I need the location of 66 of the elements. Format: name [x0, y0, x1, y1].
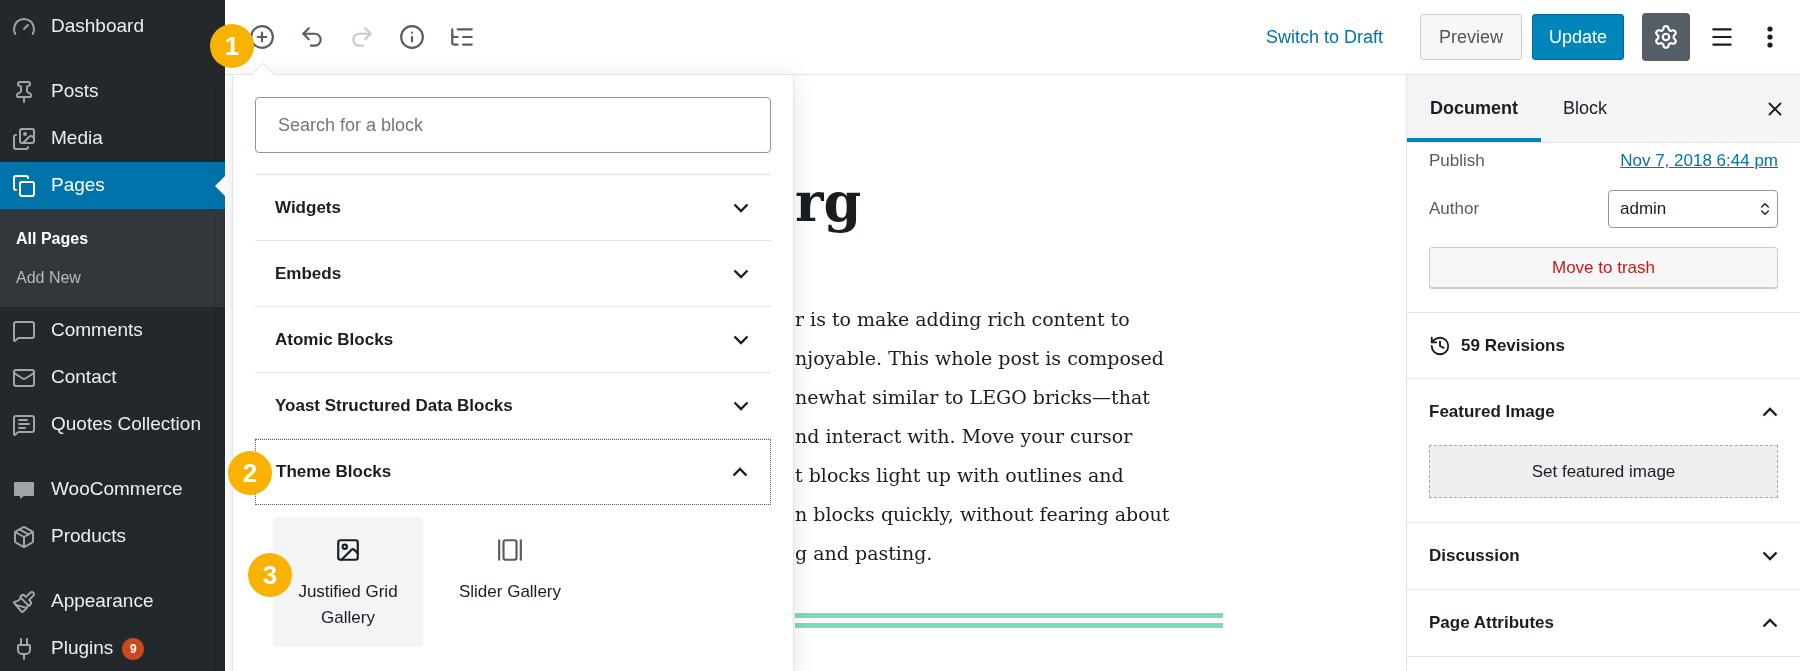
switch-to-draft-link[interactable]: Switch to Draft: [1265, 23, 1383, 51]
submenu-item[interactable]: Add New: [0, 258, 225, 297]
paragraph-line: njoyable. This whole post is composed: [795, 346, 1165, 371]
menu-item[interactable]: Appearance: [0, 578, 225, 625]
menu-item[interactable]: Products: [0, 513, 225, 560]
brush-icon: [12, 589, 36, 614]
panel-header[interactable]: Discussion: [1407, 523, 1800, 589]
move-to-trash-button[interactable]: Move to trash: [1429, 247, 1778, 288]
quote-icon: [12, 412, 36, 437]
category-header[interactable]: Widgets: [255, 175, 771, 241]
chevron-up-icon: [1762, 407, 1778, 417]
media-icon: [12, 126, 36, 151]
pages-icon: [12, 173, 36, 198]
image-gallery-icon: [335, 537, 361, 563]
submenu-item[interactable]: All Pages: [0, 219, 225, 258]
menu-item[interactable]: Comments: [0, 307, 225, 354]
chevron-up-icon: [1762, 618, 1778, 628]
author-label: Author: [1429, 198, 1480, 221]
menu-item[interactable]: Plugins 9: [0, 625, 225, 671]
update-button[interactable]: Update: [1531, 14, 1624, 60]
paragraph-line: nd interact with. Move your cursor: [795, 424, 1134, 449]
menu-item[interactable]: Contact: [0, 354, 225, 401]
menu-item[interactable]: Posts: [0, 68, 225, 115]
menu-item[interactable]: Quotes Collection: [0, 401, 225, 448]
menu-item[interactable]: Pages: [0, 162, 225, 209]
history-icon: [1429, 334, 1451, 357]
paragraph-line: newhat similar to LEGO bricks—that: [795, 385, 1151, 410]
chevron-down-icon: [733, 334, 749, 345]
add-block-icon: [249, 24, 275, 50]
chevron-down-icon: [733, 202, 749, 213]
revisions-row[interactable]: 59 Revisions: [1407, 313, 1800, 379]
menu-item[interactable]: WooCommerce: [0, 466, 225, 513]
menu-item[interactable]: Media: [0, 115, 225, 162]
publish-label: Publish: [1429, 150, 1485, 173]
settings-icon: [1653, 24, 1679, 50]
paragraph-line: n blocks quickly, without fearing about: [795, 502, 1171, 527]
more-icon: [1767, 26, 1773, 48]
preview-button[interactable]: Preview: [1419, 14, 1522, 60]
category-header[interactable]: Embeds: [255, 241, 771, 307]
undo-icon: [299, 24, 325, 50]
publish-date-link[interactable]: Nov 7, 2018 6:44 pm: [1620, 148, 1778, 174]
info-icon: [399, 24, 425, 50]
settings-toggle[interactable]: [1642, 13, 1690, 61]
set-featured-image-button[interactable]: Set featured image: [1429, 445, 1778, 498]
category-header[interactable]: Atomic Blocks: [255, 307, 771, 373]
panel-header[interactable]: Page Attributes: [1407, 590, 1800, 656]
search-field[interactable]: Search for a block: [255, 97, 771, 153]
category-header[interactable]: Yoast Structured Data Blocks: [255, 373, 771, 439]
post-title: rg: [795, 170, 863, 234]
sidebar-tab[interactable]: Document: [1407, 75, 1541, 142]
chevron-down-icon: [733, 400, 749, 411]
sidebar-tab[interactable]: Block: [1541, 75, 1629, 142]
box-icon: [12, 524, 36, 549]
block-item[interactable]: Slider Gallery: [435, 517, 585, 647]
author-select[interactable]: admin: [1608, 190, 1778, 228]
paragraph-line: t blocks light up with outlines and: [795, 463, 1125, 488]
slider-gallery-icon: [497, 537, 523, 563]
redo-icon: [349, 24, 375, 50]
comment-icon: [12, 318, 36, 343]
chevron-down-icon: [1762, 551, 1778, 561]
chevron-down-icon: [733, 268, 749, 279]
paragraph-line: r is to make adding rich content to: [795, 307, 1131, 332]
panel-header[interactable]: Featured Image: [1407, 379, 1800, 445]
paragraph-line: g and pasting.: [795, 541, 934, 566]
count-badge: 9: [122, 637, 145, 660]
chevron-up-icon: [732, 467, 748, 477]
